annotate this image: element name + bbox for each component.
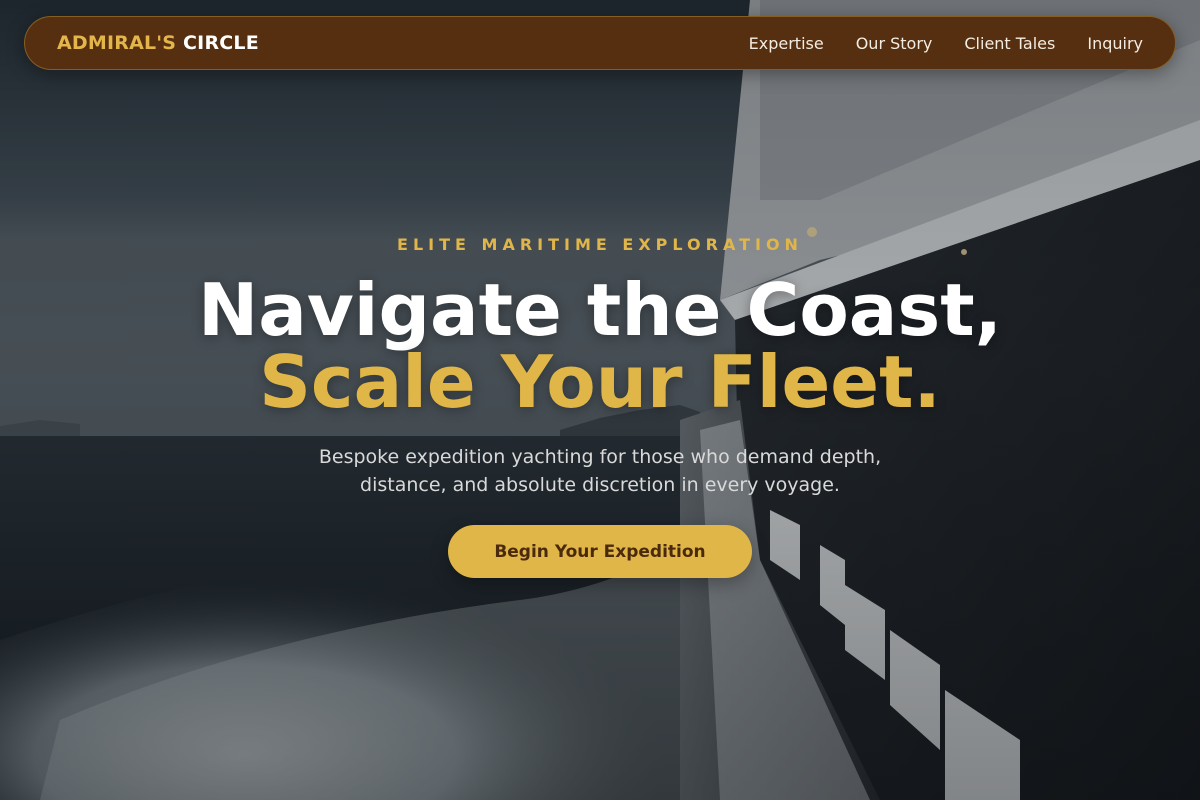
hero-eyebrow: ELITE MARITIME EXPLORATION [397, 235, 803, 254]
hero-section: ELITE MARITIME EXPLORATION Navigate the … [0, 0, 1200, 800]
begin-expedition-button[interactable]: Begin Your Expedition [448, 525, 752, 578]
hero-headline-line2: Scale Your Fleet. [259, 340, 941, 424]
hero-subtitle: Bespoke expedition yachting for those wh… [318, 446, 882, 496]
hero-headline-line1: Navigate the Coast, [198, 268, 1002, 352]
